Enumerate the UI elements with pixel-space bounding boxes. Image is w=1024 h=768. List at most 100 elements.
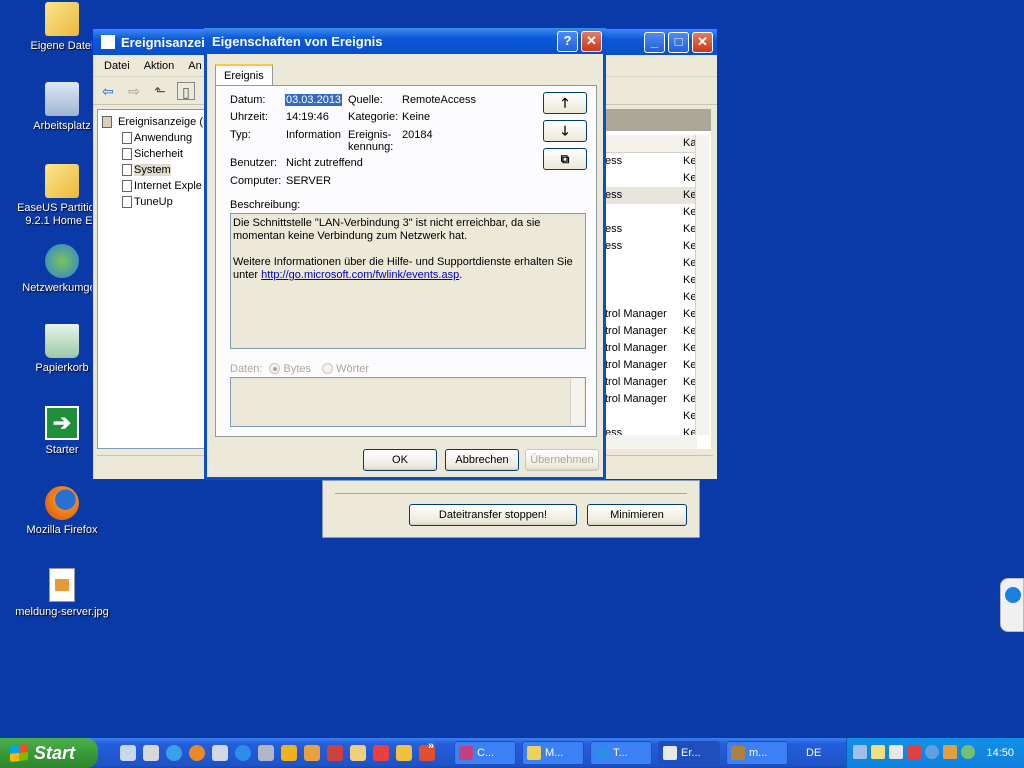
list-column-header[interactable]: Ka xyxy=(603,135,697,153)
maximize-button[interactable]: □ xyxy=(668,32,689,53)
quicklaunch-icon-2[interactable] xyxy=(143,745,159,761)
menu-datei[interactable]: Datei xyxy=(97,60,137,72)
arrow-down-icon: 🡓 xyxy=(561,123,569,138)
quicklaunch-icon-1[interactable] xyxy=(120,745,136,761)
teamviewer-side-tab[interactable] xyxy=(1000,578,1024,632)
back-arrow-icon[interactable]: ⇦ xyxy=(99,82,117,100)
tree-item-anwendung[interactable]: Anwendung xyxy=(98,130,204,146)
clock[interactable]: 14:50 xyxy=(986,738,1014,768)
stop-transfer-button[interactable]: Dateitransfer stoppen! xyxy=(409,504,577,526)
close-button[interactable]: ✕ xyxy=(581,31,602,52)
language-indicator[interactable]: DE xyxy=(806,738,821,768)
table-row[interactable]: essKei xyxy=(603,187,697,204)
table-row[interactable]: trol ManagerKei xyxy=(603,323,697,340)
quicklaunch-icon-5[interactable] xyxy=(212,745,228,761)
data-scrollbar[interactable] xyxy=(570,379,584,425)
quelle-value: RemoteAccess xyxy=(402,94,476,106)
data-box[interactable] xyxy=(230,377,586,427)
table-row[interactable]: essKei xyxy=(603,221,697,238)
teamviewer-icon[interactable] xyxy=(235,745,251,761)
task-button-event-viewer[interactable]: Er... xyxy=(658,741,720,765)
show-hide-tree-icon[interactable]: ▯ xyxy=(177,81,195,100)
row-source-cell: ess xyxy=(605,189,623,201)
table-row[interactable]: Kei xyxy=(603,272,697,289)
previous-event-button[interactable]: 🡑 xyxy=(543,92,587,114)
close-button[interactable]: ✕ xyxy=(692,32,713,53)
tray-icon-3[interactable] xyxy=(889,745,903,759)
tab-ereignis[interactable]: Ereignis xyxy=(215,64,273,86)
quicklaunch-icon-9[interactable] xyxy=(304,745,320,761)
task-button-5[interactable]: m... xyxy=(726,741,788,765)
tree-item-sicherheit[interactable]: Sicherheit xyxy=(98,146,204,162)
event-viewer-icon xyxy=(663,746,677,760)
tree-item-system[interactable]: System xyxy=(98,162,204,178)
list-rows: essKeiKeiessKeiKeiessKeiessKeiKeiKeiKeit… xyxy=(603,153,697,445)
copy-button[interactable]: ⧉ xyxy=(543,148,587,170)
table-row[interactable]: trol ManagerKei xyxy=(603,374,697,391)
ie-icon[interactable] xyxy=(166,745,182,761)
table-row[interactable]: Kei xyxy=(603,204,697,221)
tree-item-root[interactable]: Ereignisanzeige (L xyxy=(98,114,204,130)
volume-icon[interactable] xyxy=(907,745,921,759)
teamviewer-icon xyxy=(1005,587,1021,603)
table-row[interactable]: Kei xyxy=(603,408,697,425)
windows-logo-icon xyxy=(10,744,28,762)
up-folder-icon[interactable]: ⬑ xyxy=(151,82,169,100)
quicklaunch-icon-10[interactable] xyxy=(327,745,343,761)
tray-icon-6[interactable] xyxy=(943,745,957,759)
task-button-1[interactable]: C... xyxy=(454,741,516,765)
words-radio[interactable]: Wörter xyxy=(322,363,369,375)
row-source-cell: trol Manager xyxy=(605,359,667,371)
table-row[interactable]: trol ManagerKei xyxy=(603,357,697,374)
help-button[interactable]: ? xyxy=(557,31,578,52)
app-icon xyxy=(731,746,745,760)
firefox-icon[interactable] xyxy=(189,745,205,761)
task-button-2[interactable]: M... xyxy=(522,741,584,765)
table-row[interactable]: trol ManagerKei xyxy=(603,391,697,408)
computer-value: SERVER xyxy=(286,175,332,187)
quicklaunch-icon-7[interactable] xyxy=(258,745,274,761)
cancel-button[interactable]: Abbrechen xyxy=(445,449,519,471)
folder-icon xyxy=(45,2,79,36)
quicklaunch-overflow[interactable]: » xyxy=(428,740,434,752)
desktop-icon-firefox[interactable]: Mozilla Firefox xyxy=(14,486,110,537)
task-button-3[interactable]: T... xyxy=(590,741,652,765)
description-box[interactable]: Die Schnittstelle "LAN-Verbindung 3" ist… xyxy=(230,213,586,349)
help-link[interactable]: http://go.microsoft.com/fwlink/events.as… xyxy=(261,269,459,281)
quicklaunch-icon-8[interactable] xyxy=(281,745,297,761)
table-row[interactable]: Kei xyxy=(603,255,697,272)
bytes-radio[interactable]: Bytes xyxy=(269,363,311,375)
table-row[interactable]: trol ManagerKei xyxy=(603,306,697,323)
quicklaunch-icon-12[interactable] xyxy=(373,745,389,761)
forward-arrow-icon[interactable]: ⇨ xyxy=(125,82,143,100)
dialog-titlebar[interactable]: Eigenschaften von Ereignis ? ✕ xyxy=(204,28,606,54)
ok-button[interactable]: OK xyxy=(363,449,437,471)
quicklaunch-icon-11[interactable] xyxy=(350,745,366,761)
datum-label: Datum: xyxy=(230,94,266,106)
table-row[interactable]: trol ManagerKei xyxy=(603,340,697,357)
apply-button[interactable]: Übernehmen xyxy=(525,449,599,471)
table-row[interactable]: Kei xyxy=(603,289,697,306)
table-row[interactable]: essKei xyxy=(603,238,697,255)
event-list: Ka essKeiKeiessKeiKeiessKeiessKeiKeiKeiK… xyxy=(603,109,711,449)
minimize-transfer-button[interactable]: Minimieren xyxy=(587,504,687,526)
datum-value[interactable]: 03.03.2013 xyxy=(285,94,343,106)
table-row[interactable]: essKei xyxy=(603,153,697,170)
menu-aktion[interactable]: Aktion xyxy=(137,60,182,72)
minimize-button[interactable]: _ xyxy=(644,32,665,53)
list-horizontal-scrollbar[interactable] xyxy=(603,435,697,449)
table-row[interactable]: Kei xyxy=(603,170,697,187)
tray-icon-5[interactable] xyxy=(925,745,939,759)
file-transfer-window: Dateitransfer stoppen! Minimieren xyxy=(322,480,700,538)
desktop-icon-image-file[interactable]: meldung-server.jpg xyxy=(14,568,110,619)
tree-item-tuneup[interactable]: TuneUp xyxy=(98,194,204,210)
tray-icon-7[interactable] xyxy=(961,745,975,759)
next-event-button[interactable]: 🡓 xyxy=(543,120,587,142)
tray-icon-2[interactable] xyxy=(871,745,885,759)
list-vertical-scrollbar[interactable] xyxy=(695,135,709,435)
quicklaunch-icon-13[interactable] xyxy=(396,745,412,761)
start-button[interactable]: Start xyxy=(0,738,98,768)
tree-item-internet-explorer[interactable]: Internet Exple xyxy=(98,178,204,194)
image-file-icon xyxy=(49,568,75,602)
network-tray-icon[interactable] xyxy=(853,745,867,759)
